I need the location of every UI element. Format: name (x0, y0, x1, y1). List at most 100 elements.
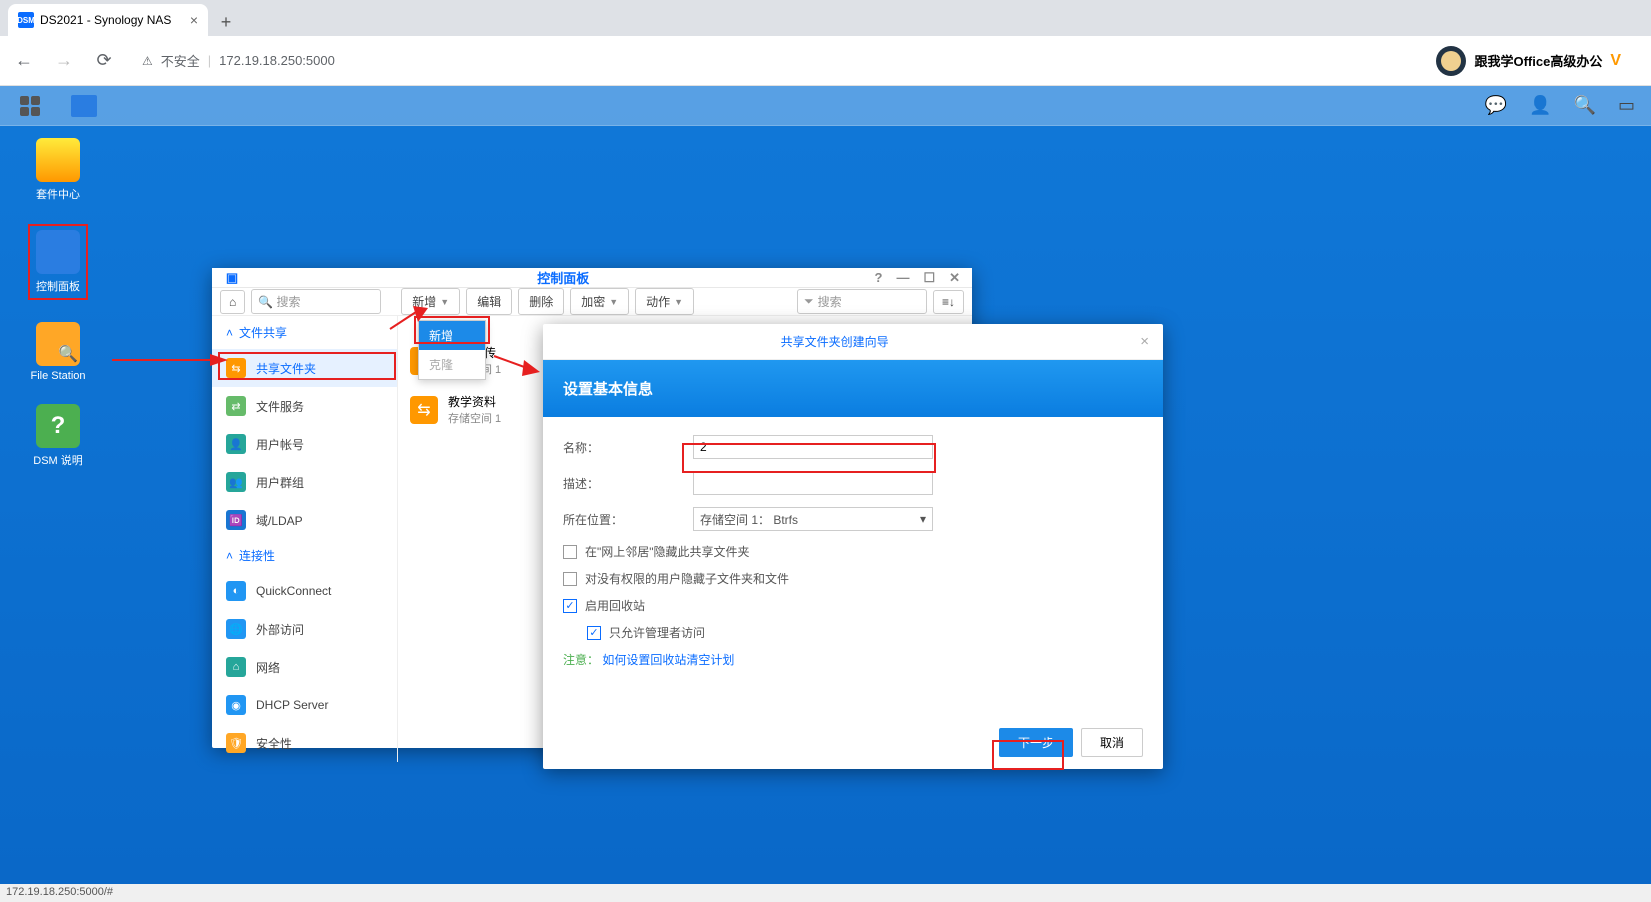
sidebar-item-external[interactable]: 🌐外部访问 (212, 610, 397, 648)
dropdown-item-create[interactable]: 新增 (419, 321, 485, 350)
security-icon: 🛡 (226, 733, 246, 753)
checkbox-icon: ✓ (587, 626, 601, 640)
help-icon: ? (36, 404, 80, 448)
share-name: 教学资料 (448, 393, 501, 410)
new-tab-button[interactable]: + (212, 8, 240, 36)
sidebar-item-user[interactable]: 👤用户帐号 (212, 425, 397, 463)
sidebar-item-quickconnect[interactable]: ◐QuickConnect (212, 572, 397, 610)
wizard-title: 共享文件夹创建向导 (543, 333, 1126, 350)
encrypt-button[interactable]: 加密 ▼ (570, 288, 629, 315)
minimize-button[interactable]: — (896, 270, 909, 286)
file-station-icon: 🔍 (36, 322, 80, 366)
label-location: 所在位置： (563, 511, 693, 528)
share-folder-icon: ⇆ (410, 396, 438, 424)
sidebar-cat-share[interactable]: ˄文件共享 (212, 316, 397, 349)
sidebar-item-security[interactable]: 🛡安全性 (212, 724, 397, 762)
note-label: 注意： (563, 653, 599, 667)
profile-name: 跟我学Office高级办公 (1474, 51, 1602, 70)
sidebar-cat-connectivity[interactable]: ˄连接性 (212, 539, 397, 572)
chevron-down-icon: ▾ (920, 512, 926, 526)
chat-icon[interactable]: 💬 (1485, 95, 1507, 116)
create-button[interactable]: 新增 ▼ (401, 288, 460, 315)
sidebar-search-input[interactable]: 🔍 搜索 (251, 289, 381, 314)
quickconnect-icon: ◐ (226, 581, 246, 601)
checkbox-hide-network[interactable]: 在"网上邻居"隐藏此共享文件夹 (563, 543, 1143, 560)
location-select[interactable]: 存储空间 1： Btrfs▾ (693, 507, 933, 531)
avatar-icon (1436, 46, 1466, 76)
sidebar: ˄文件共享 ⇆共享文件夹 ⇄文件服务 👤用户帐号 👥用户群组 🆔域/LDAP ˄… (212, 316, 398, 762)
window-icon: ▣ (212, 270, 252, 286)
help-button[interactable]: ? (874, 270, 882, 286)
wizard-header: 设置基本信息 (543, 360, 1163, 417)
back-button[interactable]: ← (10, 50, 38, 71)
share-sub: 存储空间 1 (448, 410, 501, 426)
delete-button[interactable]: 删除 (518, 288, 564, 315)
profile-badge[interactable]: 跟我学Office高级办公 V (1436, 46, 1641, 76)
sidebar-item-network[interactable]: ⌂网络 (212, 648, 397, 686)
edit-button[interactable]: 编辑 (466, 288, 512, 315)
folder-name-input[interactable] (693, 435, 933, 459)
file-station-label: File Station (30, 370, 85, 382)
main-menu-button[interactable] (16, 92, 44, 120)
security-warn-icon: ⚠ (142, 54, 153, 68)
action-button[interactable]: 动作 ▼ (635, 288, 694, 315)
search-icon[interactable]: 🔍 (1574, 95, 1596, 116)
checkbox-label: 在"网上邻居"隐藏此共享文件夹 (585, 543, 750, 560)
tab-favicon: DSM (18, 12, 34, 28)
checkbox-label: 启用回收站 (585, 597, 645, 614)
dsm-help-label: DSM 说明 (33, 452, 83, 468)
checkbox-label: 对没有权限的用户隐藏子文件夹和文件 (585, 570, 789, 587)
tab-close-icon[interactable]: × (190, 12, 198, 28)
package-center-icon (36, 138, 80, 182)
taskbar-app-icon[interactable] (70, 92, 98, 120)
filter-input[interactable]: ⏷ 搜索 (797, 289, 927, 314)
desktop-icon-package-center[interactable]: 套件中心 (28, 138, 88, 202)
shared-folder-icon: ⇆ (226, 358, 246, 378)
checkbox-icon: ✓ (563, 599, 577, 613)
reload-button[interactable]: ⟳ (90, 50, 118, 71)
checkbox-admin-only[interactable]: ✓ 只允许管理者访问 (587, 624, 1143, 641)
checkbox-label: 只允许管理者访问 (609, 624, 705, 641)
domain-icon: 🆔 (226, 510, 246, 530)
cancel-button[interactable]: 取消 (1081, 728, 1143, 757)
sidebar-item-group[interactable]: 👥用户群组 (212, 463, 397, 501)
forward-button[interactable]: → (50, 50, 78, 71)
chevron-up-icon: ˄ (226, 326, 233, 340)
folder-desc-input[interactable] (693, 471, 933, 495)
desktop-icon-file-station[interactable]: 🔍 File Station (28, 322, 88, 382)
browser-tab[interactable]: DSM DS2021 - Synology NAS × (8, 4, 208, 36)
sidebar-item-dhcp[interactable]: ◉DHCP Server (212, 686, 397, 724)
v-badge-icon: V (1610, 52, 1621, 70)
address-bar[interactable]: ⚠ 不安全 | 172.19.18.250:5000 (130, 47, 1424, 74)
next-button[interactable]: 下一步 (999, 728, 1073, 757)
file-service-icon: ⇄ (226, 396, 246, 416)
sidebar-item-shared-folder[interactable]: ⇆共享文件夹 (212, 349, 397, 387)
checkbox-hide-noperm[interactable]: 对没有权限的用户隐藏子文件夹和文件 (563, 570, 1143, 587)
note-link[interactable]: 如何设置回收站清空计划 (602, 653, 734, 667)
dropdown-item-clone[interactable]: 克隆 (419, 350, 485, 379)
list-options-button[interactable]: ≡↓ (933, 290, 964, 314)
pkg-center-label: 套件中心 (36, 186, 80, 202)
close-button[interactable]: ✕ (949, 270, 960, 286)
wizard-close-button[interactable]: × (1126, 333, 1163, 350)
dsm-taskbar: 💬 👤 🔍 ▭ (0, 86, 1651, 126)
user-icon[interactable]: 👤 (1529, 95, 1551, 116)
sidebar-item-domain[interactable]: 🆔域/LDAP (212, 501, 397, 539)
external-icon: 🌐 (226, 619, 246, 639)
label-desc: 描述： (563, 475, 693, 492)
window-title: 控制面板 (252, 268, 874, 287)
sidebar-item-file-service[interactable]: ⇄文件服务 (212, 387, 397, 425)
control-panel-label: 控制面板 (36, 278, 80, 294)
desktop-icon-dsm-help[interactable]: ? DSM 说明 (28, 404, 88, 468)
security-warn-text: 不安全 (161, 51, 200, 70)
browser-status-bar: 172.19.18.250:5000/# (0, 884, 1651, 902)
chevron-up-icon: ˄ (226, 549, 233, 563)
user-account-icon: 👤 (226, 434, 246, 454)
checkbox-icon (563, 572, 577, 586)
maximize-button[interactable]: ☐ (923, 270, 935, 286)
widget-icon[interactable]: ▭ (1618, 95, 1635, 116)
desktop-icon-control-panel[interactable]: 控制面板 (28, 224, 88, 300)
home-button[interactable]: ⌂ (220, 290, 245, 314)
checkbox-recycle[interactable]: ✓ 启用回收站 (563, 597, 1143, 614)
dhcp-icon: ◉ (226, 695, 246, 715)
